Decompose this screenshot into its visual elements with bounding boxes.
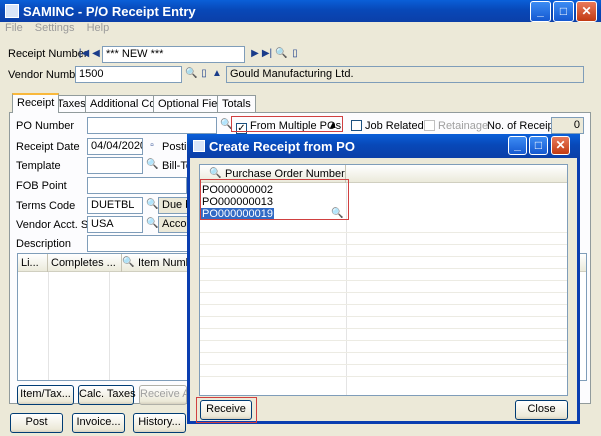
template-finder-icon[interactable]: 🔍 [146,159,158,171]
maximize-button[interactable]: □ [553,1,574,22]
minimize-button[interactable]: _ [530,1,551,22]
dialog-minimize-button[interactable]: _ [508,136,527,155]
post-button[interactable]: Post [10,413,63,433]
vendor-account-finder-icon[interactable]: 🔍 [146,218,158,230]
row-gridline [200,328,567,329]
dialog-close-button[interactable]: ✕ [551,136,570,155]
menu-file[interactable]: File [5,22,23,34]
dialog-close-action-button[interactable]: Close [515,400,568,420]
grid-column-divider [48,272,49,380]
previous-record-icon[interactable]: ◀ [90,48,102,60]
row-gridline [200,232,567,233]
row-gridline [200,268,567,269]
dialog-app-icon [193,140,205,152]
calendar-icon[interactable]: ▫ [146,140,158,152]
row-gridline [200,316,567,317]
dialog-title: Create Receipt from PO [209,138,355,154]
vendor-zoom-icon[interactable]: ▲ [211,68,223,80]
column-header-line[interactable]: Li... [18,254,48,272]
tab-receipt[interactable]: Receipt [12,93,60,113]
history-button[interactable]: History... [133,413,186,433]
highlight-multiple-pos [231,116,343,132]
close-button[interactable]: ✕ [576,1,597,22]
calc-taxes-button[interactable]: Calc. Taxes [78,385,136,405]
description-label: Description [16,238,72,250]
retainage-check-icon [424,120,435,131]
grid-column-divider [109,272,110,380]
vendor-finder-icon[interactable]: 🔍 [185,68,197,80]
vendor-account-set-input[interactable]: USA [87,216,143,233]
tab-totals[interactable]: Totals [217,95,256,112]
highlight-po-rows [200,179,349,220]
terms-finder-icon[interactable]: 🔍 [146,199,158,211]
po-list-search-icon[interactable]: 🔍 [209,168,221,179]
highlight-receive-button [196,397,257,423]
receipt-number-label: Receipt Number [8,48,88,60]
vendor-number-input[interactable]: 1500 [75,66,182,83]
column-header-completes[interactable]: Completes ... [48,254,122,272]
first-record-icon[interactable]: |◀ [78,48,90,60]
vendor-new-icon[interactable]: ▯ [198,68,210,80]
create-receipt-dialog: Create Receipt from PO _ □ ✕ 🔍 Purchase … [187,134,580,424]
row-gridline [200,304,567,305]
menu-settings[interactable]: Settings [35,22,75,34]
new-document-icon[interactable]: ▯ [289,48,301,60]
no-receipts-field: 0 [551,117,584,134]
grid-search-icon[interactable]: 🔍 [122,257,134,268]
template-label: Template [16,160,61,172]
template-input[interactable] [87,157,143,174]
last-record-icon[interactable]: ▶| [261,48,273,60]
row-gridline [200,256,567,257]
po-list-grid: 🔍 Purchase Order Number PO000000002 PO00… [199,164,568,396]
terms-code-label: Terms Code [16,200,76,212]
receipt-number-input[interactable]: *** NEW *** [102,46,245,63]
vendor-number-label: Vendor Number [8,69,86,81]
invoice-button[interactable]: Invoice... [72,413,125,433]
app-icon [5,4,19,18]
po-number-label: PO Number [16,120,75,132]
vendor-name-field: Gould Manufacturing Ltd. [226,66,584,83]
vendor-account-set-label: Vendor Acct. Set [16,219,98,231]
window-title: SAMINC - P/O Receipt Entry [23,3,196,19]
receipt-date-label: Receipt Date [16,141,80,153]
terms-code-input[interactable]: DUETBL [87,197,143,214]
row-gridline [200,280,567,281]
fob-point-input[interactable] [87,177,187,194]
finder-icon[interactable]: 🔍 [275,48,287,60]
item-tax-button[interactable]: Item/Tax... [17,385,74,405]
po-number-input[interactable] [87,117,217,134]
retainage-checkbox[interactable]: Retainage [424,120,488,132]
description-input[interactable] [87,235,197,252]
row-gridline [200,340,567,341]
dialog-maximize-button[interactable]: □ [529,136,548,155]
dialog-title-bar: Create Receipt from PO _ □ ✕ [187,134,580,158]
receipt-date-input[interactable]: 04/04/2020 [87,138,143,155]
row-gridline [200,364,567,365]
window-title-bar: SAMINC - P/O Receipt Entry _ □ ✕ [0,0,601,22]
fob-point-label: FOB Point [16,180,67,192]
menu-help[interactable]: Help [87,22,110,34]
menu-bar: File Settings Help [0,22,601,38]
row-gridline [200,352,567,353]
row-gridline [200,292,567,293]
job-related-checkbox[interactable]: Job Related [351,120,424,132]
row-gridline [200,376,567,377]
receive-all-button[interactable]: Receive All [139,385,194,405]
row-gridline [200,244,567,245]
next-record-icon[interactable]: ▶ [249,48,261,60]
job-related-check-icon [351,120,362,131]
